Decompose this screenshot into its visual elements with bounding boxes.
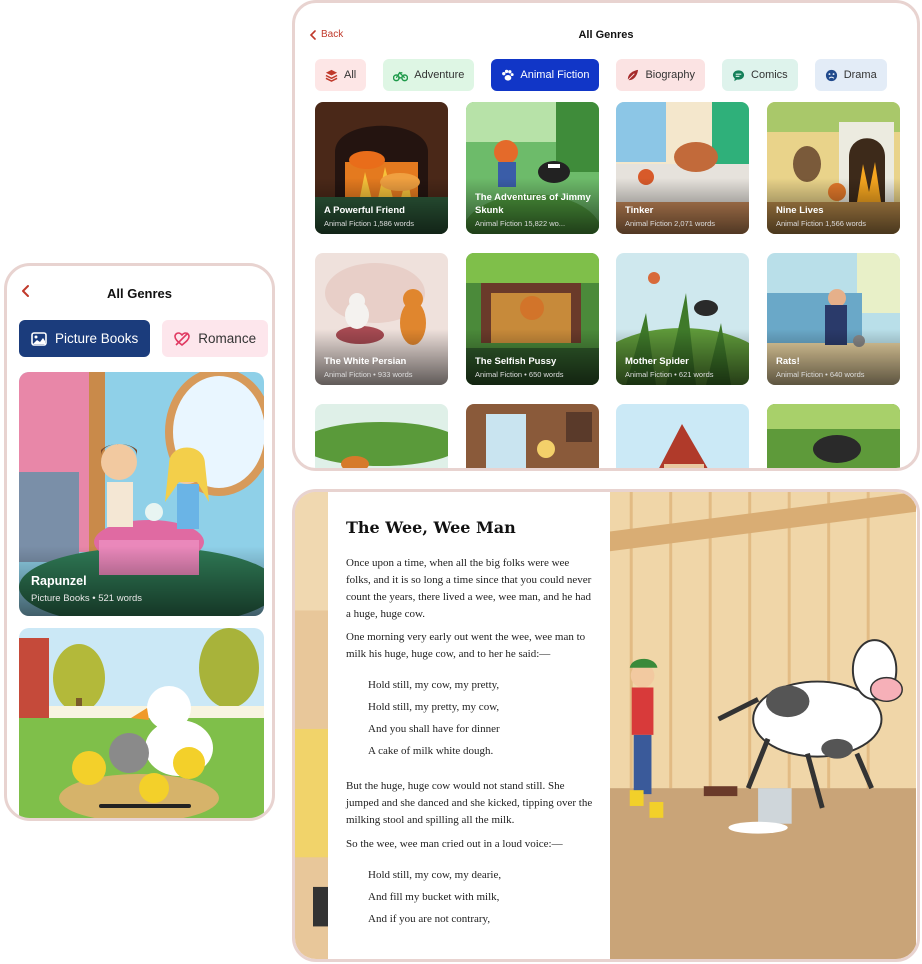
story-paragraph: But the huge, huge cow would not stand s… bbox=[346, 780, 593, 826]
book-meta: Animal Fiction 15,822 wo... bbox=[475, 219, 566, 228]
book-card-rapunzel[interactable]: Rapunzel Picture Books • 521 words bbox=[19, 372, 264, 616]
tab-romance[interactable]: Romance bbox=[162, 320, 269, 357]
book-card[interactable]: Tinker Animal Fiction 2,071 words bbox=[616, 102, 749, 234]
tablet-genre-screen: Back All Genres All Adventure Animal Fic… bbox=[292, 0, 920, 471]
image-icon bbox=[31, 331, 47, 346]
book-title: The Selfish Pussy bbox=[475, 356, 557, 367]
tab-biography[interactable]: Biography bbox=[616, 59, 706, 91]
tab-animal-fiction[interactable]: Animal Fiction bbox=[491, 59, 600, 91]
story-illustration bbox=[610, 492, 917, 959]
book-meta: Animal Fiction • 621 words bbox=[625, 370, 714, 379]
book-cover-illustration bbox=[19, 628, 264, 818]
book-title: Rats! bbox=[776, 356, 800, 367]
tab-all[interactable]: All bbox=[315, 59, 367, 91]
phone-screen: All Genres Picture Books Romance Rapunze… bbox=[4, 263, 275, 821]
book-card[interactable]: The Adventures of Jimmy Skunk Animal Fic… bbox=[466, 102, 599, 234]
book-title: The White Persian bbox=[324, 356, 407, 367]
story-paragraph: One morning very early out went the wee,… bbox=[346, 631, 586, 660]
story-title: The Wee, Wee Man bbox=[346, 518, 516, 537]
reader-text-page: The Wee, Wee Man Once upon a time, when … bbox=[328, 492, 610, 959]
book-card[interactable] bbox=[616, 404, 749, 468]
book-card[interactable]: The Selfish Pussy Animal Fiction • 650 w… bbox=[466, 253, 599, 385]
phone-header: All Genres bbox=[7, 266, 272, 320]
book-title: Nine Lives bbox=[776, 205, 824, 216]
speech-bubble-icon bbox=[732, 69, 745, 81]
book-card[interactable] bbox=[466, 404, 599, 468]
page-edge-illustration bbox=[295, 492, 328, 959]
book-meta: Animal Fiction • 650 words bbox=[475, 370, 564, 379]
verse-line: Hold still, my pretty, my cow, bbox=[368, 701, 500, 713]
tab-drama[interactable]: Drama bbox=[814, 59, 887, 91]
book-card-ducklings[interactable] bbox=[19, 628, 264, 818]
genre-tabs: All Adventure Animal Fiction Biography C… bbox=[315, 59, 887, 91]
verse-line: And if you are not contrary, bbox=[368, 913, 491, 925]
tab-label: Biography bbox=[645, 69, 696, 81]
book-card[interactable] bbox=[767, 404, 900, 468]
book-meta: Picture Books • 521 words bbox=[31, 593, 143, 604]
page-title: All Genres bbox=[106, 286, 173, 301]
book-meta: Animal Fiction • 640 words bbox=[776, 370, 865, 379]
tab-label: Comics bbox=[751, 69, 788, 81]
tab-label: Animal Fiction bbox=[520, 69, 590, 81]
layers-icon bbox=[325, 69, 338, 82]
book-meta: Animal Fiction 2,071 words bbox=[625, 219, 716, 228]
verse-line: Hold still, my cow, my pretty, bbox=[368, 679, 500, 691]
book-title: Rapunzel bbox=[31, 574, 87, 588]
tab-picture-books[interactable]: Picture Books bbox=[19, 320, 151, 357]
mask-icon bbox=[825, 69, 837, 81]
tablet-reader-screen: The Wee, Wee Man Once upon a time, when … bbox=[292, 489, 920, 962]
book-cover-illustration bbox=[616, 404, 749, 468]
tab-comics[interactable]: Comics bbox=[722, 59, 798, 91]
story-paragraph: So the wee, wee man cried out in a loud … bbox=[346, 838, 563, 850]
book-card[interactable]: Rats! Animal Fiction • 640 words bbox=[767, 253, 900, 385]
verse-line: A cake of milk white dough. bbox=[368, 745, 494, 757]
book-card[interactable] bbox=[315, 404, 448, 468]
book-cover-illustration bbox=[315, 404, 448, 468]
verse-line: And fill my bucket with milk, bbox=[368, 891, 500, 903]
book-cover-illustration bbox=[767, 404, 900, 468]
home-indicator bbox=[99, 804, 191, 808]
feather-icon bbox=[627, 69, 639, 81]
book-title: A Powerful Friend bbox=[324, 205, 405, 216]
tab-adventure[interactable]: Adventure bbox=[383, 59, 475, 91]
tab-label: Drama bbox=[843, 69, 877, 81]
book-meta: Animal Fiction 1,566 words bbox=[776, 219, 867, 228]
paw-icon bbox=[502, 69, 515, 81]
book-title: Mother Spider bbox=[625, 356, 689, 367]
book-meta: Animal Fiction • 933 words bbox=[324, 370, 413, 379]
book-title: Tinker bbox=[625, 205, 654, 216]
story-paragraph: Once upon a time, when all the big folks… bbox=[346, 557, 592, 620]
tab-label: Romance bbox=[198, 331, 257, 346]
page-title: All Genres bbox=[578, 29, 634, 41]
genre-tabs: Picture Books Romance bbox=[19, 320, 269, 357]
book-title: The Adventures of Jimmy Skunk bbox=[475, 192, 591, 216]
verse-line: And you shall have for dinner bbox=[368, 723, 500, 735]
verse-line: Hold still, my cow, my dearie, bbox=[368, 869, 502, 881]
tab-label: Adventure bbox=[414, 69, 465, 81]
book-card[interactable]: The White Persian Animal Fiction • 933 w… bbox=[315, 253, 448, 385]
book-meta: Animal Fiction 1,586 words bbox=[324, 219, 415, 228]
book-card[interactable]: Nine Lives Animal Fiction 1,566 words bbox=[767, 102, 900, 234]
heart-arrow-icon bbox=[174, 331, 191, 346]
book-card[interactable]: A Powerful Friend Animal Fiction 1,586 w… bbox=[315, 102, 448, 234]
tab-label: All bbox=[344, 69, 357, 81]
bike-icon bbox=[393, 71, 409, 81]
tab-label: Picture Books bbox=[55, 331, 139, 346]
book-cover-illustration bbox=[466, 404, 599, 468]
book-card[interactable]: Mother Spider Animal Fiction • 621 words bbox=[616, 253, 749, 385]
